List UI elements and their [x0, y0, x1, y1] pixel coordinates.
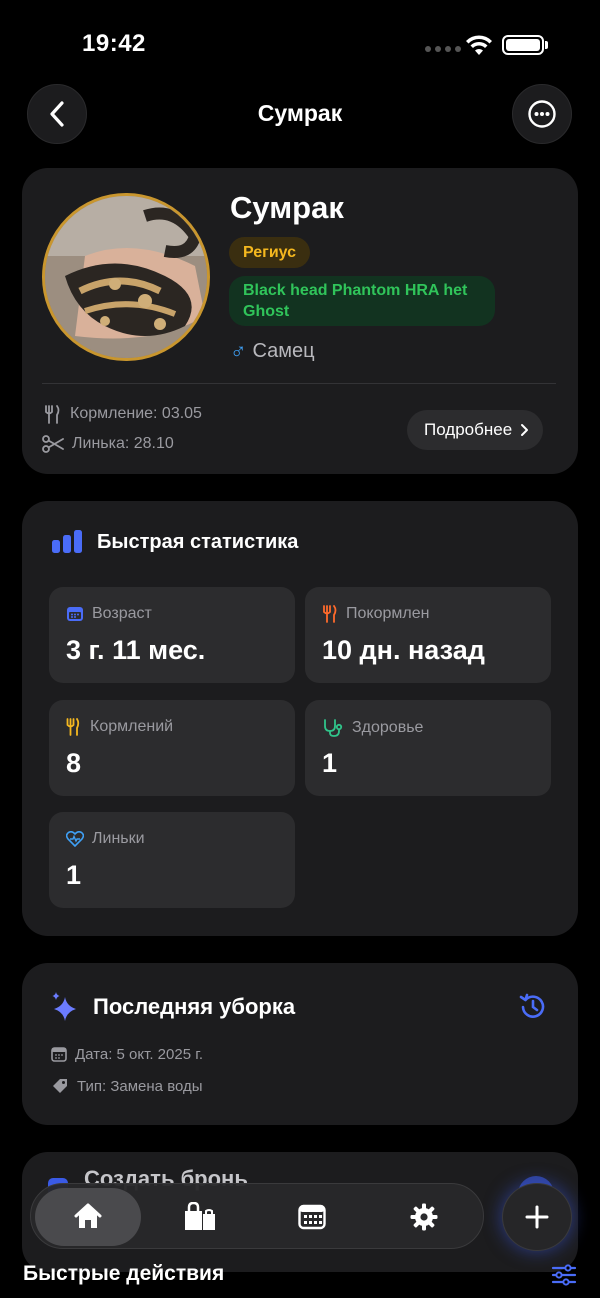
male-icon: ♂ — [230, 338, 247, 363]
feeding-info: Кормление: 03.05 — [42, 404, 202, 424]
status-time: 19:42 — [82, 30, 146, 57]
stats-header: Быстрая статистика — [51, 530, 298, 554]
cleaning-date-text: Дата: 5 окт. 2025 г. — [75, 1046, 204, 1063]
more-button[interactable] — [512, 84, 572, 144]
stat-label: Здоровье — [352, 719, 424, 736]
heart-icon — [66, 831, 84, 847]
fork-knife-icon — [323, 605, 337, 623]
cleaning-card[interactable]: Последняя уборка Дата: 5 окт. 2025 г. Ти… — [22, 963, 578, 1125]
fork-knife-icon — [66, 718, 80, 736]
divider — [42, 383, 556, 384]
more-icon — [528, 100, 556, 128]
stat-tile-age[interactable]: Возраст 3 г. 11 мес. — [49, 587, 295, 683]
cleaning-type-text: Тип: Замена воды — [77, 1077, 203, 1095]
page-title: Сумрак — [257, 100, 343, 126]
pet-name: Сумрак — [230, 190, 344, 225]
plus-icon — [525, 1205, 549, 1229]
molt-info: Линька: 28.10 — [42, 434, 174, 454]
stat-label: Кормлений — [90, 718, 174, 735]
home-icon — [74, 1203, 102, 1228]
cleaning-header: Последняя уборка — [51, 991, 295, 1023]
stat-value: 1 — [322, 748, 338, 778]
stethoscope-icon — [324, 719, 343, 737]
stat-label: Линьки — [92, 830, 145, 847]
quick-actions-title: Быстрые действия — [23, 1262, 225, 1285]
profile-card: Сумрак Региус Black head Phantom HRA het… — [22, 168, 578, 474]
stat-value: 8 — [66, 748, 82, 778]
chevron-right-icon — [521, 424, 529, 436]
signal-icon — [425, 46, 461, 52]
tab-home[interactable] — [35, 1188, 141, 1246]
tab-calendar[interactable] — [259, 1188, 365, 1246]
species-badge: Региус — [229, 237, 311, 268]
details-label: Подробнее — [424, 420, 513, 439]
stats-card: Быстрая статистика Возраст 3 г. 11 мес. … — [22, 501, 578, 936]
bag-icon — [185, 1202, 215, 1230]
battery-tip — [545, 41, 548, 49]
scissors-icon — [42, 435, 64, 453]
morph-badge: Black head Phantom HRA het Ghost — [229, 276, 495, 326]
stat-value: 3 г. 11 мес. — [66, 635, 206, 665]
filter-icon[interactable] — [551, 1264, 577, 1286]
stat-tile-fed[interactable]: Покормлен 10 дн. назад — [305, 587, 551, 683]
calendar-icon — [298, 1204, 326, 1230]
wifi-icon — [466, 35, 492, 55]
sparkles-icon — [52, 992, 76, 1021]
stat-value: 10 дн. назад — [322, 635, 485, 665]
tab-shop[interactable] — [147, 1188, 253, 1246]
cleaning-title: Последняя уборка — [93, 994, 296, 1019]
avatar[interactable] — [42, 193, 210, 361]
stat-label: Возраст — [92, 605, 152, 622]
tag-icon — [53, 1079, 67, 1093]
stat-tile-molts[interactable]: Линьки 1 — [49, 812, 295, 908]
calendar-icon — [67, 607, 83, 621]
bar-chart-icon — [52, 530, 82, 553]
tab-settings[interactable] — [371, 1188, 477, 1246]
sex-label: Самец — [252, 339, 315, 362]
gear-icon — [410, 1203, 438, 1231]
stat-label: Покормлен — [346, 605, 430, 622]
cleaning-type: Тип: Замена воды — [51, 1077, 203, 1095]
status-bar: 19:42 — [0, 0, 600, 80]
stat-tile-feedings[interactable]: Кормлений 8 — [49, 700, 295, 796]
stat-value: 1 — [66, 860, 82, 890]
sex-indicator: ♂ Самец — [230, 338, 315, 364]
cleaning-date: Дата: 5 окт. 2025 г. — [51, 1046, 203, 1063]
battery-icon — [502, 35, 544, 55]
history-icon[interactable] — [517, 991, 549, 1023]
tab-bar — [30, 1183, 484, 1249]
fork-knife-icon — [45, 405, 60, 424]
stats-title: Быстрая статистика — [97, 530, 299, 553]
calendar-icon — [51, 1047, 67, 1062]
stat-tile-health[interactable]: Здоровье 1 — [305, 700, 551, 796]
feeding-text: Кормление: 03.05 — [70, 405, 202, 422]
details-button[interactable]: Подробнее — [407, 410, 544, 450]
molt-text: Линька: 28.10 — [72, 435, 174, 452]
add-button[interactable] — [502, 1183, 572, 1251]
